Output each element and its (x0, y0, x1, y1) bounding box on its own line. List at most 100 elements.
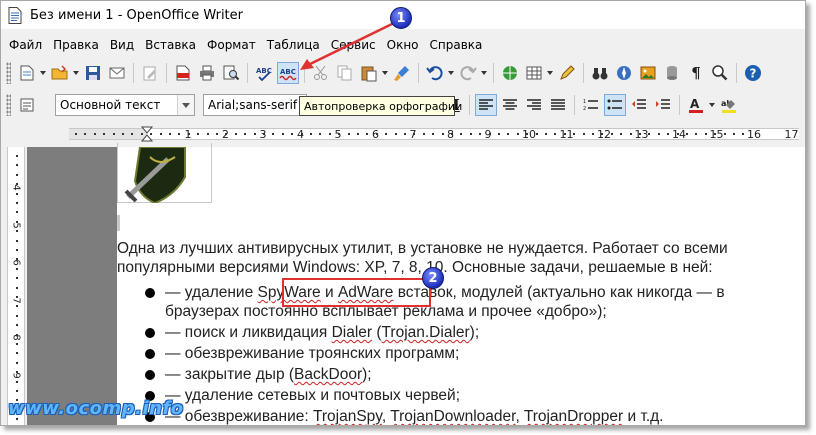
open-button[interactable] (49, 62, 71, 84)
misspelled-word[interactable]: BackDoor (294, 366, 362, 383)
misspelled-word[interactable]: TrojanDropper (524, 408, 623, 425)
menu-window[interactable]: Окно (387, 38, 419, 52)
email-button[interactable] (106, 62, 128, 84)
gallery-button[interactable] (637, 62, 659, 84)
paste-dropdown[interactable] (381, 62, 388, 84)
paintbrush-icon (394, 66, 409, 81)
increase-indent-button[interactable] (652, 94, 674, 116)
find-replace-button[interactable] (589, 62, 611, 84)
cut-button[interactable] (310, 62, 332, 84)
writer-window: Без имени 1 - OpenOffice Writer Файл Пра… (0, 0, 806, 426)
paragraph-style-select[interactable]: Основной текст (55, 94, 195, 116)
ruler-dot (16, 230, 18, 233)
show-draw-functions-button[interactable] (556, 62, 578, 84)
new-document-dropdown[interactable] (39, 62, 46, 84)
image-frame[interactable] (117, 143, 212, 203)
font-name-select[interactable]: Arial;sans-serif (203, 94, 307, 116)
menu-table[interactable]: Таблица (267, 38, 320, 52)
menu-file[interactable]: Файл (9, 38, 42, 52)
bullets-button[interactable] (604, 94, 626, 116)
ruler-dot (404, 133, 406, 135)
svg-text:1: 1 (583, 99, 586, 105)
ruler-dot (16, 155, 18, 157)
vertical-ruler[interactable]: 456789 (7, 147, 25, 425)
redo-button[interactable] (457, 62, 479, 84)
menu-help[interactable]: Справка (430, 38, 483, 52)
ruler-dot (281, 133, 284, 135)
ruler-dot (16, 173, 18, 176)
ruler-dot (328, 133, 331, 135)
ruler-dot (535, 133, 538, 135)
ruler-track: 1234567891011121314151617 (69, 126, 799, 142)
chevron-down-icon[interactable] (177, 95, 194, 115)
menu-insert[interactable]: Вставка (145, 38, 196, 52)
undo-dropdown[interactable] (447, 62, 454, 84)
zoom-button[interactable] (709, 62, 731, 84)
ruler-dot (686, 133, 688, 135)
align-left-button[interactable] (475, 94, 497, 116)
ruler-dot (319, 133, 322, 135)
save-button[interactable] (82, 62, 104, 84)
ruler-dot (16, 220, 18, 223)
redo-dropdown[interactable] (480, 62, 487, 84)
misspelled-word[interactable]: Trojan.Dialer (382, 324, 470, 341)
svg-text:A: A (690, 97, 700, 111)
ruler-dot (16, 258, 18, 261)
data-sources-button[interactable] (661, 62, 683, 84)
decrease-indent-button[interactable] (628, 94, 650, 116)
align-right-button[interactable] (523, 94, 545, 116)
autospellcheck-button[interactable]: ABC (277, 62, 299, 84)
format-paintbrush-button[interactable] (391, 62, 413, 84)
hyperlink-button[interactable] (499, 62, 521, 84)
misspelled-word[interactable]: TrojanSpy (313, 408, 382, 425)
highlighting-button[interactable]: ab (718, 94, 740, 116)
justify-button[interactable] (547, 94, 569, 116)
print-button[interactable] (196, 62, 218, 84)
numbering-button[interactable]: 12 (580, 94, 602, 116)
edit-pencil-icon (143, 66, 156, 81)
document-body[interactable]: Одна из лучших антивирусных утилит, в ус… (117, 239, 767, 425)
compass-icon (617, 66, 631, 80)
ruler-dot (310, 133, 312, 135)
print-preview-button[interactable] (220, 62, 242, 84)
formatting-marks-button[interactable]: ¶ (685, 62, 707, 84)
paste-button[interactable] (358, 62, 380, 84)
undo-button[interactable] (424, 62, 446, 84)
ruler-dot (16, 305, 18, 308)
navigator-button[interactable] (613, 62, 635, 84)
list-item: — удаление SpyWare и AdWare вставок, мод… (117, 283, 767, 321)
ruler-dot (263, 133, 265, 135)
menu-format[interactable]: Формат (207, 38, 256, 52)
table-dropdown[interactable] (546, 62, 553, 84)
document-page[interactable]: Одна из лучших антивирусных утилит, в ус… (117, 143, 805, 425)
ruler-number: 17 (784, 128, 799, 141)
menu-tools[interactable]: Сервис (331, 38, 376, 52)
align-center-button[interactable] (499, 94, 521, 116)
list-item: — поиск и ликвидация Dialer (Trojan.Dial… (117, 323, 767, 342)
menu-view[interactable]: Вид (110, 38, 134, 52)
increase-indent-icon (656, 99, 670, 109)
export-pdf-button[interactable] (172, 62, 194, 84)
font-color-dropdown[interactable] (708, 94, 715, 116)
copy-button[interactable] (334, 62, 356, 84)
new-document-button[interactable] (16, 62, 38, 84)
ruler-dot (16, 202, 18, 204)
spellcheck-button[interactable]: ABC (253, 62, 275, 84)
edit-file-button[interactable] (139, 62, 161, 84)
toolbar-separator (469, 95, 470, 115)
toolbar-grip[interactable] (6, 94, 11, 116)
open-dropdown[interactable] (72, 62, 79, 84)
ruler-dot (16, 192, 18, 195)
ruler-dot (84, 133, 87, 135)
styles-formatting-button[interactable] (16, 94, 38, 116)
misspelled-word[interactable]: TrojanDownloader (390, 408, 515, 425)
horizontal-ruler[interactable]: 1234567891011121314151617 (1, 123, 805, 145)
misspelled-word[interactable]: Dialer (332, 324, 372, 341)
menu-edit[interactable]: Правка (53, 38, 99, 52)
help-button[interactable]: ? (742, 62, 764, 84)
ruler-dot (16, 267, 18, 270)
table-button[interactable] (523, 62, 545, 84)
font-color-button[interactable]: A (685, 94, 707, 116)
toolbar-grip[interactable] (6, 62, 11, 84)
svg-text:2: 2 (583, 106, 586, 112)
